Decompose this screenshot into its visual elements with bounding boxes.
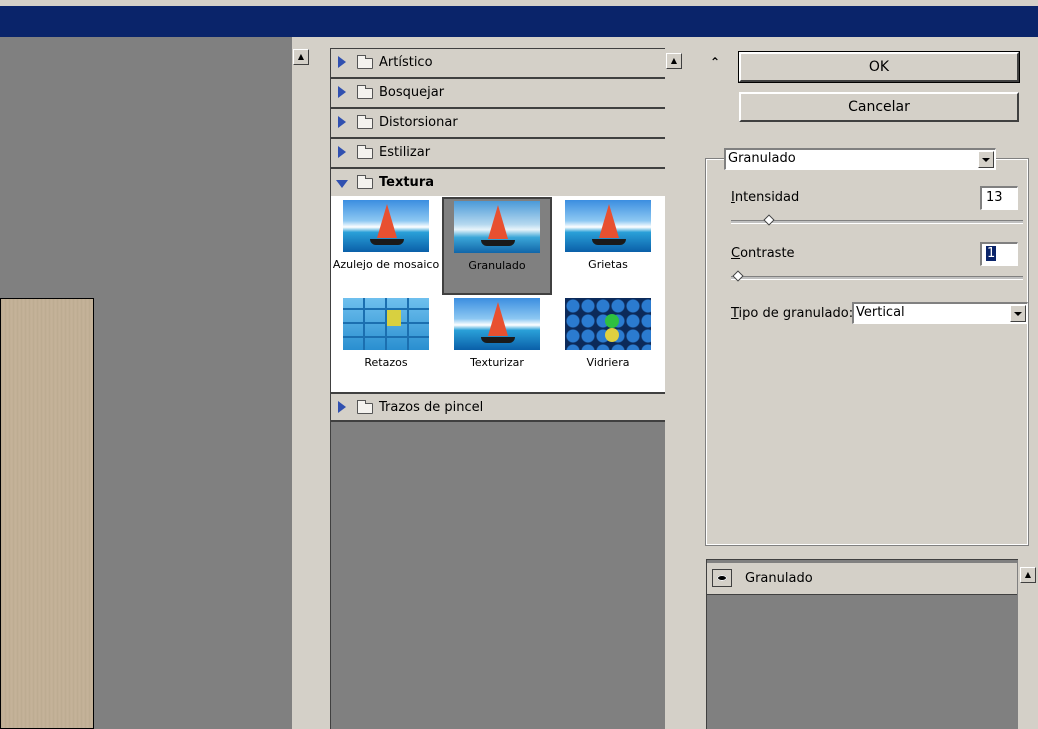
dropdown-arrow-icon[interactable]	[978, 151, 994, 168]
folder-icon	[357, 145, 373, 159]
open-folder-icon	[357, 175, 373, 189]
gallery-scrollbar[interactable]: ▲	[665, 48, 683, 729]
filter-select[interactable]: Granulado	[724, 148, 996, 170]
scroll-up-icon[interactable]: ▲	[293, 49, 309, 65]
grain-type-label: Tipo de granulado:	[731, 306, 854, 321]
category-label: Distorsionar	[379, 115, 458, 130]
boat-thumbnail-icon	[343, 200, 429, 252]
expand-arrow-icon[interactable]	[338, 56, 346, 68]
effect-layer-granulado[interactable]: Granulado	[707, 563, 1017, 595]
boat-thumbnail-icon	[454, 201, 540, 253]
layer-label: Granulado	[745, 571, 813, 586]
preview-scrollbar[interactable]: ▲	[292, 37, 310, 729]
filter-thumb-retazos[interactable]: Retazos	[331, 294, 441, 392]
boat-thumbnail-icon	[454, 298, 540, 350]
collapse-arrow-icon[interactable]	[336, 180, 348, 188]
category-label: Trazos de pincel	[379, 400, 484, 415]
filter-thumb-vidriera[interactable]: Vidriera	[553, 294, 663, 392]
textura-thumbnails: Azulejo de mosaico Granulado Grietas Ret…	[331, 196, 665, 392]
category-trazos-de-pincel[interactable]: Trazos de pincel	[331, 392, 665, 422]
filter-label: Grietas	[588, 258, 628, 271]
filter-thumb-granulado[interactable]: Granulado	[442, 197, 552, 295]
scroll-up-icon[interactable]: ▲	[666, 53, 682, 69]
category-textura[interactable]: Textura	[331, 169, 665, 196]
folder-icon	[357, 85, 373, 99]
boat-thumbnail-icon	[565, 200, 651, 252]
filter-label: Retazos	[364, 356, 408, 369]
category-estilizar[interactable]: Estilizar	[331, 139, 665, 169]
intensity-slider-track[interactable]	[731, 220, 1023, 224]
category-artistico[interactable]: Artístico	[331, 49, 665, 79]
contrast-input[interactable]: 1	[980, 242, 1018, 266]
collapse-chevron-icon[interactable]: ⌃	[710, 55, 720, 69]
category-label: Bosquejar	[379, 85, 445, 100]
ok-button[interactable]: OK	[738, 51, 1020, 83]
category-label: Estilizar	[379, 145, 431, 160]
filter-thumb-texturizar[interactable]: Texturizar	[442, 294, 552, 392]
filter-thumb-grietas[interactable]: Grietas	[553, 196, 663, 294]
scroll-up-icon[interactable]: ▲	[1020, 567, 1036, 583]
eye-icon[interactable]	[712, 569, 732, 587]
folder-icon	[357, 400, 373, 414]
filter-label: Texturizar	[470, 356, 524, 369]
category-label: Artístico	[379, 55, 433, 70]
settings-group-frame	[705, 158, 1029, 546]
category-label: Textura	[379, 175, 434, 190]
grain-type-select[interactable]: Vertical	[852, 302, 1028, 324]
expand-arrow-icon[interactable]	[338, 86, 346, 98]
expand-arrow-icon[interactable]	[338, 401, 346, 413]
panel-divider	[310, 37, 330, 729]
dropdown-arrow-icon[interactable]	[1010, 305, 1026, 322]
preview-image	[0, 298, 94, 729]
folder-icon	[357, 55, 373, 69]
cancel-button[interactable]: Cancelar	[739, 92, 1019, 122]
contrast-slider-track[interactable]	[731, 276, 1023, 280]
glass-thumbnail-icon	[565, 298, 651, 350]
contrast-label: Contraste	[731, 246, 795, 261]
grain-type-value: Vertical	[856, 305, 905, 320]
tiles-thumbnail-icon	[343, 298, 429, 350]
expand-arrow-icon[interactable]	[338, 116, 346, 128]
category-bosquejar[interactable]: Bosquejar	[331, 79, 665, 109]
filter-thumb-azulejo[interactable]: Azulejo de mosaico	[331, 196, 441, 294]
layers-scrollbar[interactable]: ▲	[1018, 559, 1038, 729]
expand-arrow-icon[interactable]	[338, 146, 346, 158]
filter-select-value: Granulado	[728, 151, 796, 166]
intensity-label: Intensidad	[731, 190, 800, 205]
filter-label: Azulejo de mosaico	[332, 258, 440, 271]
intensity-input[interactable]: 13	[980, 186, 1018, 210]
title-bar	[0, 0, 1038, 37]
folder-icon	[357, 115, 373, 129]
filter-label: Granulado	[468, 259, 526, 272]
filter-label: Vidriera	[586, 356, 630, 369]
category-distorsionar[interactable]: Distorsionar	[331, 109, 665, 139]
